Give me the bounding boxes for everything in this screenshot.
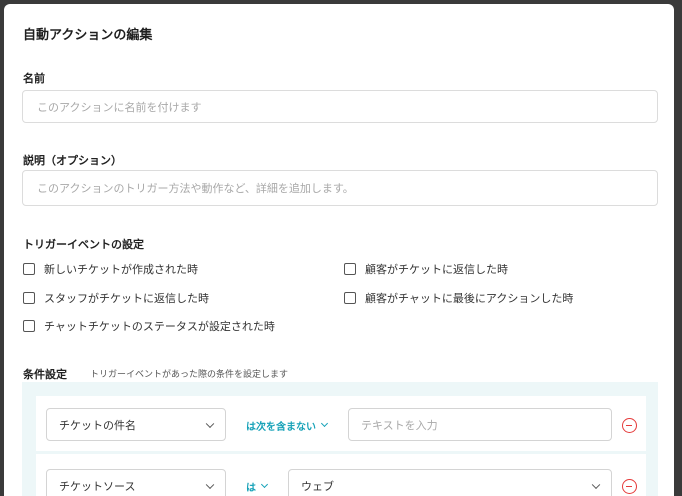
name-label: 名前	[23, 72, 45, 85]
remove-condition-icon[interactable]	[622, 479, 637, 494]
condition-value-placeholder: テキストを入力	[361, 418, 438, 432]
condition-operator-select[interactable]: は次を含まない	[246, 418, 329, 433]
description-input[interactable]: このアクションのトリガー方法や動作など、詳細を追加します。	[22, 170, 658, 206]
trigger-option-new-ticket[interactable]: 新しいチケットが作成された時	[23, 261, 198, 277]
checkbox[interactable]	[23, 263, 35, 275]
trigger-option-label: チャットチケットのステータスが設定された時	[44, 320, 275, 333]
chevron-down-icon	[205, 480, 215, 489]
trigger-option-staff-reply[interactable]: スタッフがチケットに返信した時	[23, 290, 209, 306]
description-input-placeholder: このアクションのトリガー方法や動作など、詳細を追加します。	[37, 182, 354, 195]
condition-field-value: チケットソース	[59, 479, 136, 493]
modal-title: 自動アクションの編集	[23, 28, 153, 43]
name-input[interactable]: このアクションに名前を付けます	[22, 90, 658, 123]
trigger-label: トリガーイベントの設定	[23, 238, 144, 251]
name-input-placeholder: このアクションに名前を付けます	[37, 100, 202, 114]
condition-field-value: チケットの件名	[59, 418, 136, 432]
row-divider	[36, 451, 646, 454]
chevron-down-icon	[591, 480, 601, 489]
condition-value-input[interactable]: テキストを入力	[348, 408, 612, 441]
checkbox[interactable]	[23, 320, 35, 332]
chevron-down-icon	[320, 419, 329, 428]
trigger-option-label: 顧客がチャットに最後にアクションした時	[365, 292, 574, 305]
trigger-option-label: 新しいチケットが作成された時	[44, 263, 198, 276]
checkbox[interactable]	[344, 263, 356, 275]
checkbox[interactable]	[344, 292, 356, 304]
condition-operator-value: は	[246, 483, 256, 494]
trigger-option-label: スタッフがチケットに返信した時	[44, 292, 209, 305]
conditions-label: 条件設定	[23, 368, 67, 381]
trigger-option-chat-status-set[interactable]: チャットチケットのステータスが設定された時	[23, 318, 275, 334]
condition-value: ウェブ	[301, 479, 334, 493]
conditions-list: チケットの件名 は次を含まない テキストを入力 チケットソース は ウェブ	[36, 396, 646, 496]
condition-value-select[interactable]: ウェブ	[288, 469, 612, 496]
conditions-description: トリガーイベントがあった際の条件を設定します	[90, 370, 289, 380]
condition-operator-value: は次を含まない	[246, 422, 316, 433]
chevron-down-icon	[260, 480, 269, 489]
conditions-panel: チケットの件名 は次を含まない テキストを入力 チケットソース は ウェブ	[22, 382, 658, 496]
chevron-down-icon	[205, 419, 215, 428]
condition-operator-select[interactable]: は	[246, 479, 269, 494]
remove-condition-icon[interactable]	[622, 418, 637, 433]
description-label: 説明（オプション）	[23, 154, 122, 167]
trigger-option-label: 顧客がチケットに返信した時	[365, 263, 508, 276]
checkbox[interactable]	[23, 292, 35, 304]
condition-field-select[interactable]: チケットの件名	[46, 408, 226, 441]
trigger-option-customer-reply[interactable]: 顧客がチケットに返信した時	[344, 261, 508, 277]
trigger-option-customer-last-chat-action[interactable]: 顧客がチャットに最後にアクションした時	[344, 290, 573, 306]
condition-field-select[interactable]: チケットソース	[46, 469, 226, 496]
edit-auto-action-modal: 自動アクションの編集 名前 このアクションに名前を付けます 説明（オプション） …	[4, 4, 674, 496]
